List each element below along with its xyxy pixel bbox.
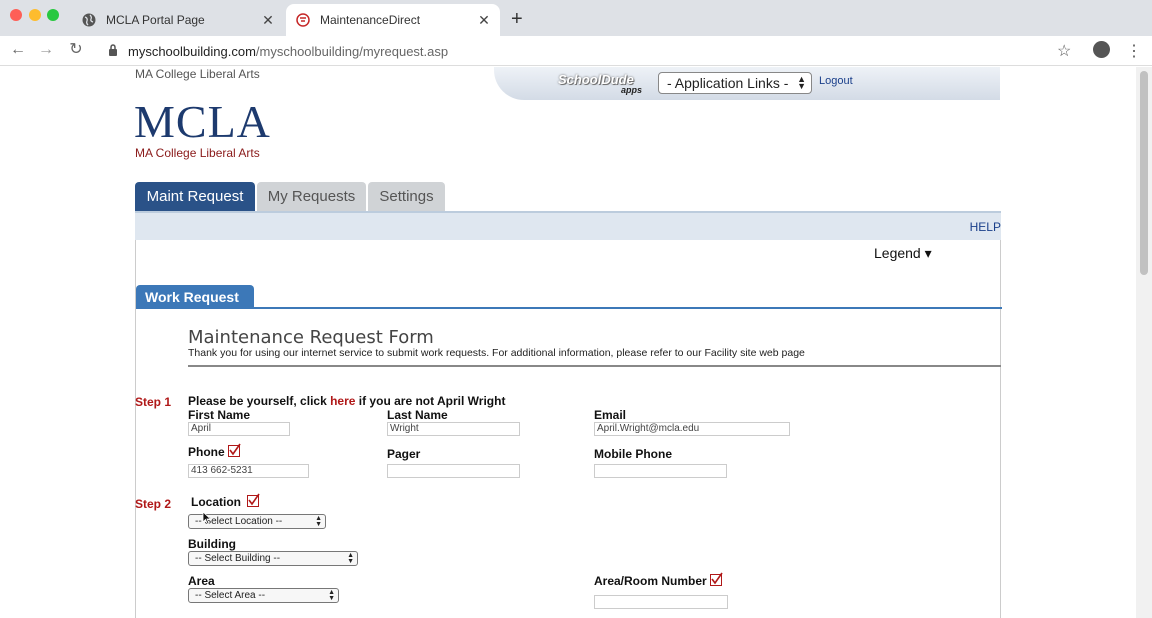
url-host: myschoolbuilding.com <box>128 43 256 59</box>
address-bar[interactable]: myschoolbuilding.com/myschoolbuilding/my… <box>96 38 1086 64</box>
pager-label: Pager <box>387 447 421 461</box>
logout-link[interactable]: Logout <box>819 75 853 87</box>
minimize-window-button[interactable] <box>29 9 41 21</box>
page-scrollbar[interactable] <box>1136 67 1152 618</box>
bookmark-star-icon[interactable]: ☆ <box>1057 41 1071 61</box>
divider <box>188 365 1001 367</box>
select-arrows-icon: ▲ ▼ <box>328 589 335 602</box>
required-check-icon <box>709 572 723 586</box>
step-1-label: Step 1 <box>135 395 172 409</box>
browser-tab-maintenancedirect[interactable]: MaintenanceDirect ✕ <box>286 4 500 36</box>
area-label: Area <box>188 574 215 588</box>
pager-field[interactable] <box>387 464 520 478</box>
work-request-tab: Work Request <box>136 285 254 309</box>
select-arrows-icon: ▲ ▼ <box>315 515 322 528</box>
back-arrow-icon[interactable]: ← <box>8 40 28 60</box>
select-arrows-icon: ▲ ▼ <box>347 552 354 565</box>
email-label: Email <box>594 408 627 422</box>
browser-menu-icon[interactable]: ⋮ <box>1126 41 1142 61</box>
tab-title: MCLA Portal Page <box>106 13 205 27</box>
area-select[interactable]: -- Select Area -- ▲ ▼ <box>188 588 339 603</box>
legend-dropdown[interactable]: Legend ▾ <box>874 245 932 262</box>
lock-icon <box>108 43 122 59</box>
tab-my-requests[interactable]: My Requests <box>257 182 366 211</box>
new-tab-button[interactable]: + <box>511 8 523 31</box>
divider <box>136 307 1002 309</box>
not-me-link[interactable]: here <box>330 394 355 408</box>
mobile-phone-field[interactable] <box>594 464 727 478</box>
last-name-field[interactable]: Wright <box>387 422 520 436</box>
schooldude-logo: SchoolDude apps <box>558 72 642 95</box>
phone-field[interactable]: 413 662-5231 <box>188 464 309 478</box>
close-tab-icon[interactable]: ✕ <box>476 12 492 29</box>
globe-icon <box>82 13 96 27</box>
phone-label: Phone <box>188 443 241 459</box>
scrollbar-thumb[interactable] <box>1140 71 1148 275</box>
first-name-field[interactable]: April <box>188 422 290 436</box>
required-check-icon <box>247 493 260 507</box>
step-2-label: Step 2 <box>135 497 172 511</box>
help-link[interactable]: HELP <box>970 220 1001 234</box>
mobile-phone-label: Mobile Phone <box>594 447 672 461</box>
close-window-button[interactable] <box>10 9 22 21</box>
building-label: Building <box>188 537 236 551</box>
help-bar: HELP <box>135 211 1001 240</box>
area-room-number-field[interactable] <box>594 595 728 609</box>
url-path: /myschoolbuilding/myrequest.asp <box>255 43 449 59</box>
required-check-icon <box>227 443 241 457</box>
building-select[interactable]: -- Select Building -- ▲ ▼ <box>188 551 358 566</box>
mcla-logo: MCLA <box>134 96 271 147</box>
apps-bar: SchoolDude apps - Application Links - ▲ ▼… <box>494 67 1000 100</box>
step-1-message: Please be yourself, click here if you ar… <box>188 394 506 408</box>
area-room-number-label: Area/Room Number <box>594 572 723 588</box>
tab-settings[interactable]: Settings <box>368 182 445 211</box>
form-intro: Thank you for using our internet service… <box>188 347 805 359</box>
page-viewport: MA College Liberal Arts MCLA MA College … <box>0 67 1136 618</box>
mouse-cursor-icon <box>202 511 212 525</box>
select-arrows-icon: ▲ ▼ <box>797 74 806 91</box>
browser-tab-bar: MCLA Portal Page ✕ MaintenanceDirect ✕ + <box>0 0 1152 36</box>
maintenancedirect-favicon-icon <box>296 13 310 27</box>
profile-avatar-icon[interactable] <box>1093 41 1110 58</box>
browser-toolbar: ← → ↻ myschoolbuilding.com/myschoolbuild… <box>0 36 1152 66</box>
site-tagline: MA College Liberal Arts <box>135 67 260 81</box>
last-name-label: Last Name <box>387 408 448 422</box>
tab-title: MaintenanceDirect <box>320 13 421 27</box>
tab-maint-request[interactable]: Maint Request <box>135 182 255 211</box>
forward-arrow-icon[interactable]: → <box>36 40 56 60</box>
maximize-window-button[interactable] <box>47 9 59 21</box>
email-field[interactable]: April.Wright@mcla.edu <box>594 422 790 436</box>
application-links-select[interactable]: - Application Links - ▲ ▼ <box>658 72 812 94</box>
reload-icon[interactable]: ↻ <box>66 40 86 60</box>
location-label: Location <box>191 493 260 509</box>
mcla-logo-subtitle: MA College Liberal Arts <box>135 146 260 160</box>
browser-tab-mcla-portal[interactable]: MCLA Portal Page ✕ <box>72 4 284 36</box>
first-name-label: First Name <box>188 408 251 422</box>
form-title: Maintenance Request Form <box>188 327 434 348</box>
close-tab-icon[interactable]: ✕ <box>260 12 276 29</box>
